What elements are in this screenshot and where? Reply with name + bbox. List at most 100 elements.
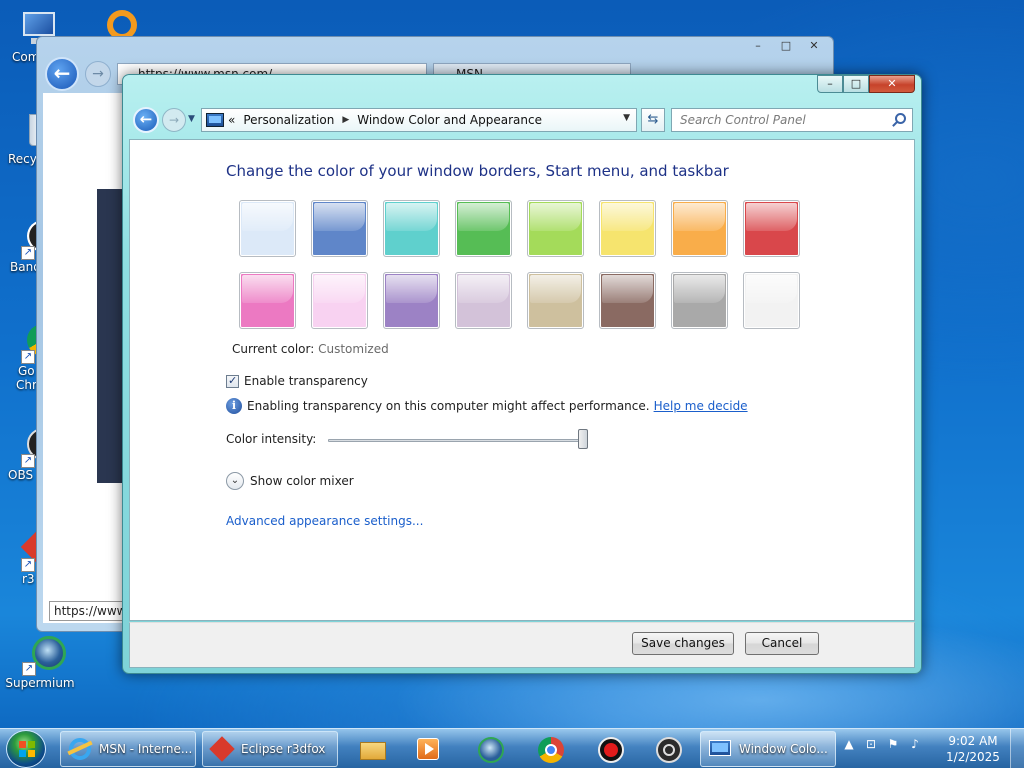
taskbar-item-media-player[interactable]	[400, 731, 456, 767]
taskbar-item-ie[interactable]: MSN - Interne...	[60, 731, 196, 767]
minimize-button[interactable]: –	[817, 75, 843, 93]
help-me-decide-link[interactable]: Help me decide	[654, 399, 748, 413]
r3dfox-icon	[209, 736, 235, 762]
color-intensity-slider-track[interactable]	[328, 439, 588, 442]
action-center-flag-icon[interactable]: ⚑	[886, 737, 900, 751]
color-swatch-frost[interactable]	[743, 272, 800, 329]
transparency-note-row: i Enabling transparency on this computer…	[226, 398, 748, 414]
folder-icon	[359, 736, 386, 762]
dialog-footer: Save changes Cancel	[129, 622, 915, 668]
advanced-appearance-link[interactable]: Advanced appearance settings...	[226, 514, 423, 528]
taskbar-item-recorder[interactable]	[582, 731, 638, 767]
desktop-icon-supermium[interactable]: ↗ Supermium	[4, 634, 76, 690]
shortcut-arrow-icon: ↗	[21, 454, 35, 468]
color-swatch-leaf[interactable]	[455, 200, 512, 257]
control-panel-icon	[707, 736, 733, 762]
color-swatch-violet[interactable]	[383, 272, 440, 329]
breadcrumb-overflow[interactable]: «	[228, 113, 235, 127]
color-swatch-blush[interactable]	[311, 272, 368, 329]
info-icon: i	[226, 398, 242, 414]
enable-transparency-row[interactable]: Enable transparency	[226, 374, 368, 388]
color-swatch-sky[interactable]	[239, 200, 296, 257]
show-color-mixer-label[interactable]: Show color mixer	[250, 474, 354, 488]
current-color-label: Current color:	[232, 342, 315, 356]
color-swatch-lemon[interactable]	[599, 200, 656, 257]
show-color-mixer-toggle[interactable]: ⌄ Show color mixer	[226, 472, 354, 490]
maximize-icon[interactable]: □	[773, 39, 799, 55]
forward-button[interactable]: →	[162, 108, 186, 132]
chrome-icon	[537, 736, 564, 763]
enable-transparency-label[interactable]: Enable transparency	[244, 374, 368, 388]
color-intensity-slider-thumb[interactable]	[578, 429, 588, 449]
color-swatch-lavender[interactable]	[455, 272, 512, 329]
taskbar-item-explorer[interactable]	[344, 731, 400, 767]
ie-forward-button[interactable]: →	[85, 61, 111, 87]
ie-status-url: https://www	[49, 601, 127, 621]
color-swatch-pumpkin[interactable]	[671, 200, 728, 257]
color-swatch-fuchsia[interactable]	[239, 272, 296, 329]
ie-window-controls: – □ ✕	[745, 39, 827, 55]
taskbar-item-window-color[interactable]: Window Colo...	[700, 731, 836, 767]
control-panel-icon	[206, 113, 224, 127]
breadcrumb-item-window-color[interactable]: Window Color and Appearance	[357, 113, 542, 127]
refresh-button[interactable]: ⇆	[641, 108, 665, 132]
taskbar-item-supermium[interactable]	[462, 731, 518, 767]
obs-icon	[655, 736, 682, 763]
color-swatch-taupe[interactable]	[527, 272, 584, 329]
search-input[interactable]: Search Control Panel	[671, 108, 913, 132]
shortcut-arrow-icon: ↗	[21, 246, 35, 260]
enable-transparency-checkbox[interactable]	[226, 374, 239, 388]
shortcut-arrow-icon: ↗	[22, 662, 36, 676]
shortcut-arrow-icon: ↗	[21, 350, 35, 364]
save-changes-button[interactable]: Save changes	[632, 632, 734, 655]
color-swatch-ruby[interactable]	[743, 200, 800, 257]
transparency-note: Enabling transparency on this computer m…	[247, 399, 650, 413]
back-button[interactable]: ←	[133, 107, 159, 133]
current-color-text: Current color: Customized	[232, 342, 389, 356]
volume-icon[interactable]: ♪	[908, 737, 922, 751]
taskbar-item-obs[interactable]	[640, 731, 696, 767]
shortcut-arrow-icon: ↗	[21, 558, 35, 572]
minimize-icon[interactable]: –	[745, 39, 771, 55]
clock[interactable]: 9:02 AM 1/2/2025	[940, 733, 1006, 765]
network-icon[interactable]: ⊡	[864, 737, 878, 751]
search-button[interactable]	[893, 108, 913, 132]
clock-date: 1/2/2025	[946, 750, 1000, 764]
breadcrumb-item-personalization[interactable]: Personalization	[243, 113, 334, 127]
desktop-icon-label: Supermium	[5, 676, 75, 690]
breadcrumb[interactable]: « Personalization ▶ Window Color and App…	[201, 108, 637, 132]
ie-back-button[interactable]: ←	[45, 57, 79, 91]
search-icon	[895, 113, 906, 124]
show-hidden-icons-icon[interactable]: ▲	[842, 737, 856, 751]
cancel-button[interactable]: Cancel	[745, 632, 819, 655]
clock-time: 9:02 AM	[948, 734, 998, 748]
window-color-dialog[interactable]: – □ ✕ ← → ▼ « Personalization ▶ Window C…	[122, 74, 922, 674]
color-swatch-twilight[interactable]	[311, 200, 368, 257]
close-button[interactable]: ✕	[869, 75, 915, 93]
ie-icon	[67, 736, 93, 762]
page-title: Change the color of your window borders,…	[226, 162, 729, 180]
supermium-icon	[477, 736, 504, 763]
show-desktop-button[interactable]	[1010, 729, 1024, 768]
taskbar-item-r3dfox[interactable]: Eclipse r3dfox	[202, 731, 338, 767]
maximize-button[interactable]: □	[843, 75, 869, 93]
recent-pages-dropdown-icon[interactable]: ▼	[188, 114, 195, 124]
current-color-value: Customized	[318, 342, 389, 356]
taskbar: MSN - Interne... Eclipse r3dfox Window C…	[0, 728, 1024, 768]
system-tray: ▲ ⊡ ⚑ ♪	[842, 737, 922, 751]
color-swatch-chocolate[interactable]	[599, 272, 656, 329]
color-swatch-slate[interactable]	[671, 272, 728, 329]
window-controls: – □ ✕	[817, 75, 915, 93]
taskbar-item-label: Window Colo...	[739, 742, 828, 756]
record-icon	[597, 736, 624, 763]
color-swatch-sea[interactable]	[383, 200, 440, 257]
address-dropdown-icon[interactable]: ▼	[623, 113, 630, 123]
color-swatch-lime[interactable]	[527, 200, 584, 257]
supermium-icon: ↗	[20, 634, 66, 676]
taskbar-item-chrome[interactable]	[522, 731, 578, 767]
start-button[interactable]	[6, 730, 46, 768]
close-icon[interactable]: ✕	[801, 39, 827, 55]
breadcrumb-arrow-icon[interactable]: ▶	[342, 115, 349, 125]
chevron-down-icon[interactable]: ⌄	[226, 472, 244, 490]
color-intensity-label: Color intensity:	[226, 432, 317, 446]
